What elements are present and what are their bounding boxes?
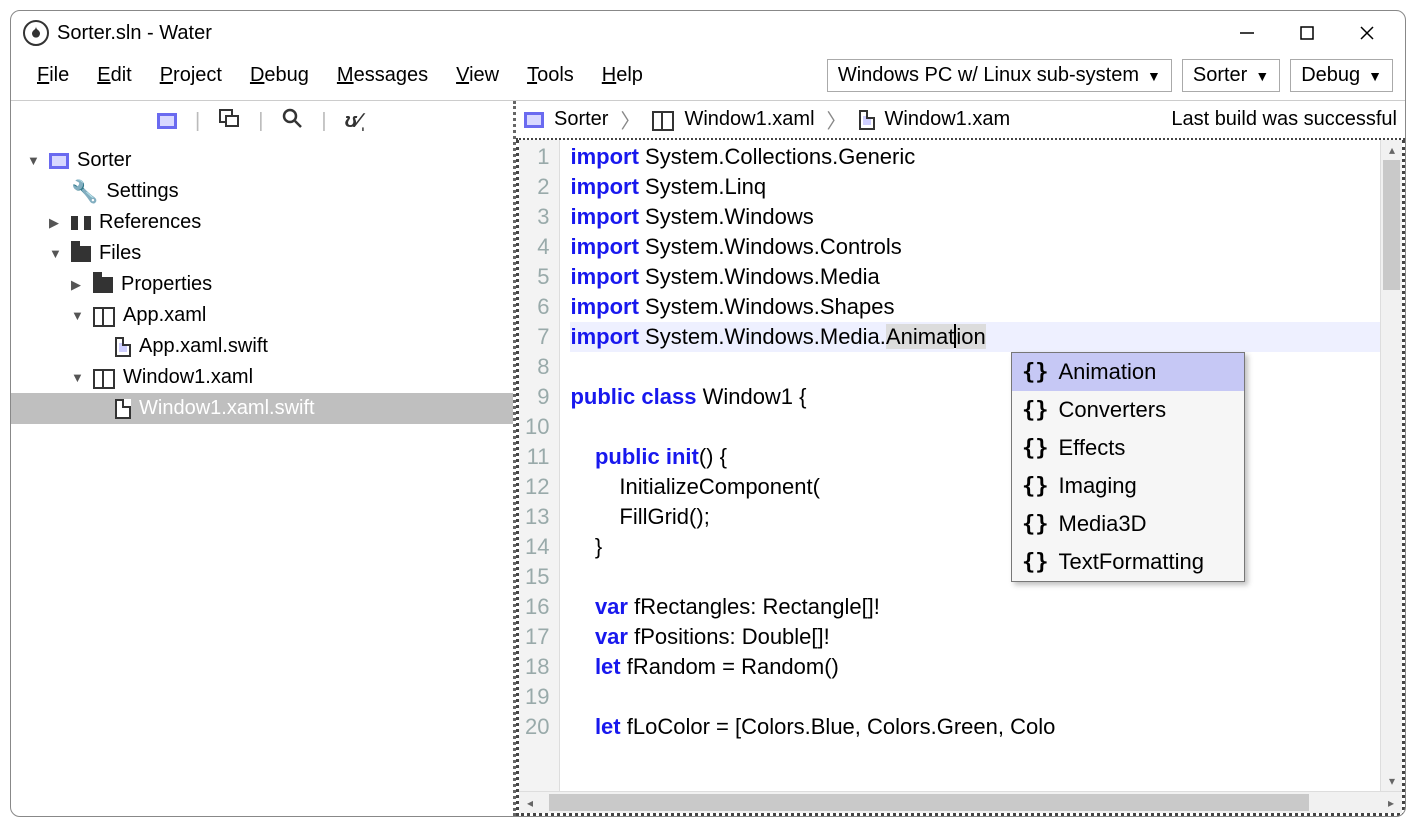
menu-edit[interactable]: Edit (83, 60, 145, 90)
menubar: FileEditProjectDebugMessagesViewToolsHel… (11, 55, 1405, 101)
menu-debug[interactable]: Debug (236, 60, 323, 90)
tree-row-app-swift[interactable]: App.xaml.swift (11, 331, 513, 362)
chevron-down-icon: ▼ (1147, 68, 1161, 84)
chevron-right-icon: 〉 (620, 105, 640, 134)
tree-row-project[interactable]: ▼Sorter (11, 145, 513, 176)
menu-messages[interactable]: Messages (323, 60, 442, 90)
menu-tools[interactable]: Tools (513, 60, 588, 90)
window-icon[interactable] (157, 113, 177, 129)
code-area[interactable]: import System.Collections.Genericimport … (560, 140, 1402, 813)
tree-row-window1-xaml[interactable]: ▼Window1.xaml (11, 362, 513, 393)
search-icon[interactable] (281, 107, 303, 135)
scroll-thumb[interactable] (1383, 160, 1400, 290)
autocomplete-popup: {}Animation{}Converters{}Effects{}Imagin… (1011, 352, 1245, 582)
chevron-right-icon: 〉 (827, 105, 847, 134)
target-combo-label: Windows PC w/ Linux sub-system (838, 64, 1139, 87)
autocomplete-item[interactable]: {}Converters (1012, 391, 1244, 429)
build-status: Last build was successful (1171, 108, 1397, 131)
tree-row-files[interactable]: ▼Files (11, 238, 513, 269)
project-icon (49, 153, 69, 169)
scroll-right-button[interactable]: ▸ (1380, 792, 1402, 814)
project-tree: ▼Sorter 🔧 Settings ▶References ▼Files ▶Pr… (11, 141, 513, 428)
menu-file[interactable]: File (23, 60, 83, 90)
tree-row-app-xaml[interactable]: ▼App.xaml (11, 300, 513, 331)
tree-label: Sorter (77, 149, 131, 172)
horizontal-scrollbar[interactable]: ◂ ▸ (519, 791, 1402, 813)
namespace-icon: {} (1022, 512, 1049, 537)
references-icon (71, 216, 91, 230)
sidebar: | | | ʊ∕ˌ ▼Sorter 🔧 Settings ▶References … (11, 101, 516, 816)
project-icon (524, 112, 544, 128)
crumb-xaml[interactable]: Window1.xaml (684, 108, 814, 131)
autocomplete-item[interactable]: {}Animation (1012, 353, 1244, 391)
target-combo[interactable]: Windows PC w/ Linux sub-system ▼ (827, 59, 1172, 92)
tree-label: Window1.xaml (123, 366, 253, 389)
chevron-down-icon: ▼ (1255, 68, 1269, 84)
scroll-up-button[interactable]: ▴ (1381, 140, 1403, 160)
tree-row-settings[interactable]: 🔧 Settings (11, 176, 513, 207)
namespace-icon: {} (1022, 474, 1049, 499)
config-combo[interactable]: Debug ▼ (1290, 59, 1393, 92)
menu-view[interactable]: View (442, 60, 513, 90)
config-combo-label: Debug (1301, 64, 1360, 87)
project-combo-label: Sorter (1193, 64, 1247, 87)
tree-label: Settings (106, 180, 178, 203)
tree-label: App.xaml.swift (139, 335, 268, 358)
app-icon (23, 20, 49, 46)
code-editor[interactable]: 1234567891011121314151617181920 import S… (516, 140, 1405, 816)
folder-icon (71, 246, 91, 262)
scroll-thumb[interactable] (549, 794, 1309, 811)
project-combo[interactable]: Sorter ▼ (1182, 59, 1280, 92)
xaml-icon (93, 369, 115, 387)
namespace-icon: {} (1022, 550, 1049, 575)
diff-icon[interactable]: ʊ∕ˌ (345, 110, 367, 133)
autocomplete-item[interactable]: {}Media3D (1012, 505, 1244, 543)
app-window: Sorter.sln - Water FileEditProjectDebugM… (10, 10, 1406, 817)
xaml-icon (652, 111, 674, 129)
menu-help[interactable]: Help (588, 60, 657, 90)
namespace-icon: {} (1022, 398, 1049, 423)
menu-project[interactable]: Project (146, 60, 236, 90)
tree-label: Files (99, 242, 141, 265)
minimize-button[interactable] (1217, 11, 1277, 55)
line-gutter: 1234567891011121314151617181920 (519, 140, 560, 813)
crumb-file[interactable]: Window1.xam (885, 108, 1011, 131)
window-title: Sorter.sln - Water (57, 22, 212, 45)
namespace-icon: {} (1022, 360, 1049, 385)
chevron-down-icon: ▼ (1368, 68, 1382, 84)
wrench-icon: 🔧 (71, 181, 98, 203)
xaml-icon (93, 307, 115, 325)
crumb-project[interactable]: Sorter (554, 108, 608, 131)
file-icon (115, 399, 131, 419)
autocomplete-item[interactable]: {}Effects (1012, 429, 1244, 467)
tree-label: References (99, 211, 201, 234)
sidebar-toolbar: | | | ʊ∕ˌ (11, 101, 513, 141)
scroll-down-button[interactable]: ▾ (1381, 771, 1403, 791)
breadcrumb: Sorter 〉 Window1.xaml 〉 Window1.xam Last… (516, 101, 1405, 140)
scroll-left-button[interactable]: ◂ (519, 792, 541, 814)
folder-icon (93, 277, 113, 293)
tree-label: App.xaml (123, 304, 206, 327)
file-icon (115, 337, 131, 357)
tree-row-properties[interactable]: ▶Properties (11, 269, 513, 300)
vertical-scrollbar[interactable]: ▴ ▾ (1380, 140, 1402, 791)
copy-icon[interactable] (218, 108, 240, 134)
tree-label: Properties (121, 273, 212, 296)
tree-row-window1-swift[interactable]: Window1.xaml.swift (11, 393, 513, 424)
editor-pane: Sorter 〉 Window1.xaml 〉 Window1.xam Last… (516, 101, 1405, 816)
close-button[interactable] (1337, 11, 1397, 55)
file-icon (859, 110, 875, 130)
autocomplete-item[interactable]: {}Imaging (1012, 467, 1244, 505)
autocomplete-item[interactable]: {}TextFormatting (1012, 543, 1244, 581)
tree-row-references[interactable]: ▶References (11, 207, 513, 238)
maximize-button[interactable] (1277, 11, 1337, 55)
titlebar: Sorter.sln - Water (11, 11, 1405, 55)
namespace-icon: {} (1022, 436, 1049, 461)
tree-label: Window1.xaml.swift (139, 397, 315, 420)
